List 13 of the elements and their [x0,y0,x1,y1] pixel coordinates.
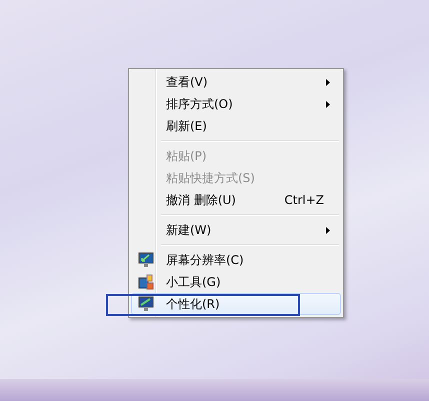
submenu-arrow-icon [326,100,330,108]
menu-item[interactable]: 刷新(E) [131,115,341,137]
monitor-icon [138,296,154,312]
monitor-icon [138,252,154,268]
menu-item[interactable]: 查看(V) [131,71,341,93]
submenu-arrow-icon [326,78,330,86]
menu-item[interactable]: 新建(W) [131,219,341,241]
menu-item[interactable]: 小工具(G) [131,271,341,293]
gadgets-icon [138,274,154,290]
menu-item[interactable]: 撤消 删除(U) Ctrl+Z [131,189,341,211]
submenu-arrow-icon [326,226,330,234]
menu-item[interactable]: 排序方式(O) [131,93,341,115]
menu-item[interactable]: 屏幕分辨率(C) [131,249,341,271]
